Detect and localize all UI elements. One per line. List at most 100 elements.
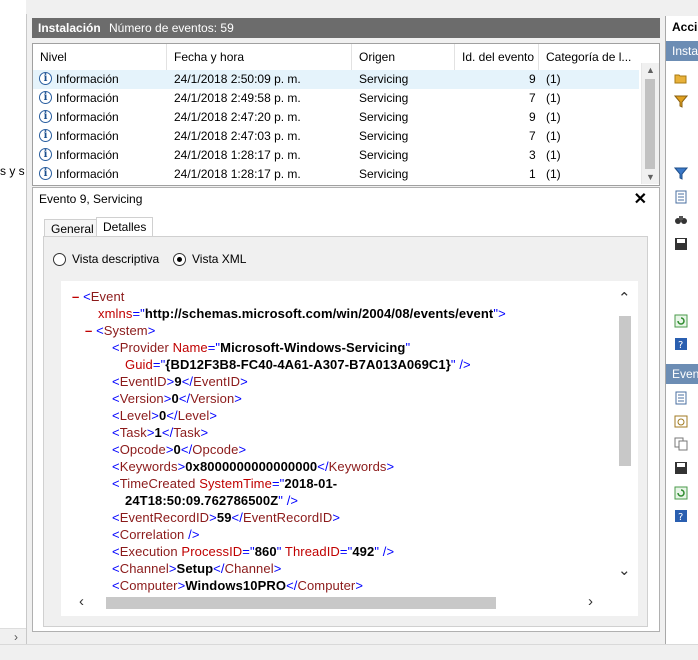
radio-xml-label[interactable]: Vista XML bbox=[192, 252, 246, 266]
help-icon[interactable]: ? bbox=[674, 337, 688, 351]
table-row[interactable]: i Información 24/1/2018 2:50:09 p. m. Se… bbox=[33, 70, 639, 89]
filter-icon[interactable] bbox=[674, 94, 688, 108]
xml-attr-threadid: ThreadID bbox=[284, 544, 340, 559]
find-icon[interactable] bbox=[674, 213, 688, 227]
xml-tag-recordid-close: EventRecordID bbox=[242, 510, 333, 525]
event-detail-panel: Evento 9, Servicing ✕ General Detalles V… bbox=[32, 187, 660, 632]
scroll-down-icon[interactable]: ▼ bbox=[646, 172, 655, 182]
xml-tag-recordid: EventRecordID bbox=[119, 510, 210, 525]
cell-category: (1) bbox=[546, 91, 561, 105]
xml-tag-opcode-close: Opcode bbox=[192, 442, 239, 457]
xml-horizontal-scrollbar[interactable]: ‹ › bbox=[61, 593, 638, 611]
copy-icon[interactable] bbox=[674, 437, 688, 451]
cell-event-id: 7 bbox=[529, 129, 536, 143]
cell-level: Información bbox=[56, 167, 119, 181]
attach-task-icon[interactable] bbox=[674, 414, 688, 428]
cell-source: Servicing bbox=[359, 129, 409, 143]
cell-level: Información bbox=[56, 91, 119, 105]
collapse-toggle[interactable]: – bbox=[85, 323, 92, 338]
column-header-event-id[interactable]: Id. del evento bbox=[455, 44, 539, 70]
xml-tag-execution: Execution bbox=[119, 544, 178, 559]
actions-section-event[interactable]: Even bbox=[666, 364, 698, 384]
save-selected-icon[interactable] bbox=[674, 461, 688, 475]
xml-tag-task-close: Task bbox=[173, 425, 201, 440]
scroll-thumb[interactable] bbox=[106, 597, 496, 609]
xml-line-correlation: <Correlation /> bbox=[112, 527, 200, 542]
scroll-right-icon[interactable]: › bbox=[14, 630, 18, 644]
xml-viewer[interactable]: – <Event xmlns="http://schemas.microsoft… bbox=[61, 281, 638, 616]
xml-line-task: <Task>1</Task> bbox=[112, 425, 209, 440]
scroll-thumb[interactable] bbox=[645, 79, 655, 169]
xml-value-opcode: 0 bbox=[173, 442, 181, 457]
table-row[interactable]: i Información 24/1/2018 2:49:58 p. m. Se… bbox=[33, 89, 639, 108]
chevron-left-icon[interactable]: ‹ bbox=[79, 593, 84, 610]
xml-value-recordid: 59 bbox=[216, 510, 232, 525]
navigation-tree-pane[interactable] bbox=[0, 0, 27, 644]
table-row[interactable]: i Información 24/1/2018 2:47:20 p. m. Se… bbox=[33, 108, 639, 127]
xml-line-eventid: <EventID>9</EventID> bbox=[112, 374, 248, 389]
radio-descriptive-view[interactable] bbox=[53, 253, 66, 266]
cell-source: Servicing bbox=[359, 91, 409, 105]
column-header-category[interactable]: Categoría de l... bbox=[539, 44, 639, 70]
cell-source: Servicing bbox=[359, 167, 409, 181]
save-icon[interactable] bbox=[674, 237, 688, 251]
column-header-level[interactable]: Nivel bbox=[33, 44, 167, 70]
cell-category: (1) bbox=[546, 72, 561, 86]
actions-section-log[interactable]: Insta bbox=[666, 41, 698, 61]
open-folder-icon[interactable] bbox=[674, 71, 688, 85]
filter-blue-icon[interactable] bbox=[674, 166, 688, 180]
info-icon: i bbox=[39, 110, 52, 123]
xml-line-keywords: <Keywords>0x8000000000000000</Keywords> bbox=[112, 459, 395, 474]
chevron-up-icon[interactable]: ⌃ bbox=[618, 289, 631, 307]
radio-descriptive-label[interactable]: Vista descriptiva bbox=[72, 252, 159, 266]
collapse-toggle[interactable]: – bbox=[72, 289, 79, 304]
xml-tag-keywords: Keywords bbox=[119, 459, 178, 474]
close-icon[interactable]: ✕ bbox=[634, 189, 647, 209]
refresh-event-icon[interactable] bbox=[674, 486, 688, 500]
chevron-down-icon[interactable]: ⌄ bbox=[618, 561, 631, 579]
xml-vertical-scrollbar[interactable]: ⌃ ⌄ bbox=[616, 281, 634, 591]
cell-source: Servicing bbox=[359, 148, 409, 162]
xml-line-timecreated-cont: 24T18:50:09.762786500Z" /> bbox=[125, 493, 299, 508]
table-row[interactable]: i Información 24/1/2018 1:28:17 p. m. Se… bbox=[33, 165, 639, 184]
xml-line-event: – <Event bbox=[72, 289, 125, 304]
cell-level: Información bbox=[56, 148, 119, 162]
xml-value-processid: 860 bbox=[254, 544, 277, 559]
events-table[interactable]: Nivel Fecha y hora Origen Id. del evento… bbox=[32, 43, 660, 186]
cell-level: Información bbox=[56, 72, 119, 86]
column-header-datetime[interactable]: Fecha y hora bbox=[167, 44, 352, 70]
xml-tag-correlation: Correlation bbox=[119, 527, 185, 542]
table-vertical-scrollbar[interactable]: ▲ ▼ bbox=[641, 63, 659, 184]
xml-value-keywords: 0x8000000000000000 bbox=[185, 459, 318, 474]
info-icon: i bbox=[39, 148, 52, 161]
info-icon: i bbox=[39, 91, 52, 104]
xml-line-channel: <Channel>Setup</Channel> bbox=[112, 561, 282, 576]
radio-xml-view[interactable] bbox=[173, 253, 186, 266]
xml-line-timecreated: <TimeCreated SystemTime="2018-01- bbox=[112, 476, 338, 491]
cell-source: Servicing bbox=[359, 72, 409, 86]
scroll-thumb[interactable] bbox=[619, 316, 631, 466]
xml-attr-xmlns: xmlns bbox=[98, 306, 133, 321]
scroll-up-icon[interactable]: ▲ bbox=[646, 65, 655, 75]
chevron-right-icon[interactable]: › bbox=[588, 593, 593, 610]
event-properties-icon[interactable] bbox=[674, 391, 688, 405]
xml-tag-system: System bbox=[103, 323, 148, 338]
table-row[interactable]: i Información 24/1/2018 1:28:17 p. m. Se… bbox=[33, 146, 639, 165]
xml-line-execution: <Execution ProcessID="860" ThreadID="492… bbox=[112, 544, 395, 559]
tree-horizontal-scrollbar[interactable]: › bbox=[0, 628, 26, 645]
xml-value-channel: Setup bbox=[176, 561, 214, 576]
refresh-icon[interactable] bbox=[674, 314, 688, 328]
xml-value-eventid: 9 bbox=[174, 374, 182, 389]
xml-line-system: – <System> bbox=[85, 323, 156, 338]
xml-tag-eventid-close: EventID bbox=[193, 374, 241, 389]
info-icon: i bbox=[39, 167, 52, 180]
table-row[interactable]: i Información 24/1/2018 2:47:03 p. m. Se… bbox=[33, 127, 639, 146]
xml-value-systemtime-2: 24T18:50:09.762786500Z bbox=[125, 493, 279, 508]
column-header-source[interactable]: Origen bbox=[352, 44, 455, 70]
cell-datetime: 24/1/2018 1:28:17 p. m. bbox=[174, 167, 301, 181]
tree-item-fragment[interactable]: s y s bbox=[0, 164, 25, 178]
xml-tag-task: Task bbox=[119, 425, 147, 440]
properties-icon[interactable] bbox=[674, 190, 688, 204]
help-event-icon[interactable]: ? bbox=[674, 509, 688, 523]
details-tab-body: Vista descriptiva Vista XML – <Event xml… bbox=[43, 237, 648, 627]
